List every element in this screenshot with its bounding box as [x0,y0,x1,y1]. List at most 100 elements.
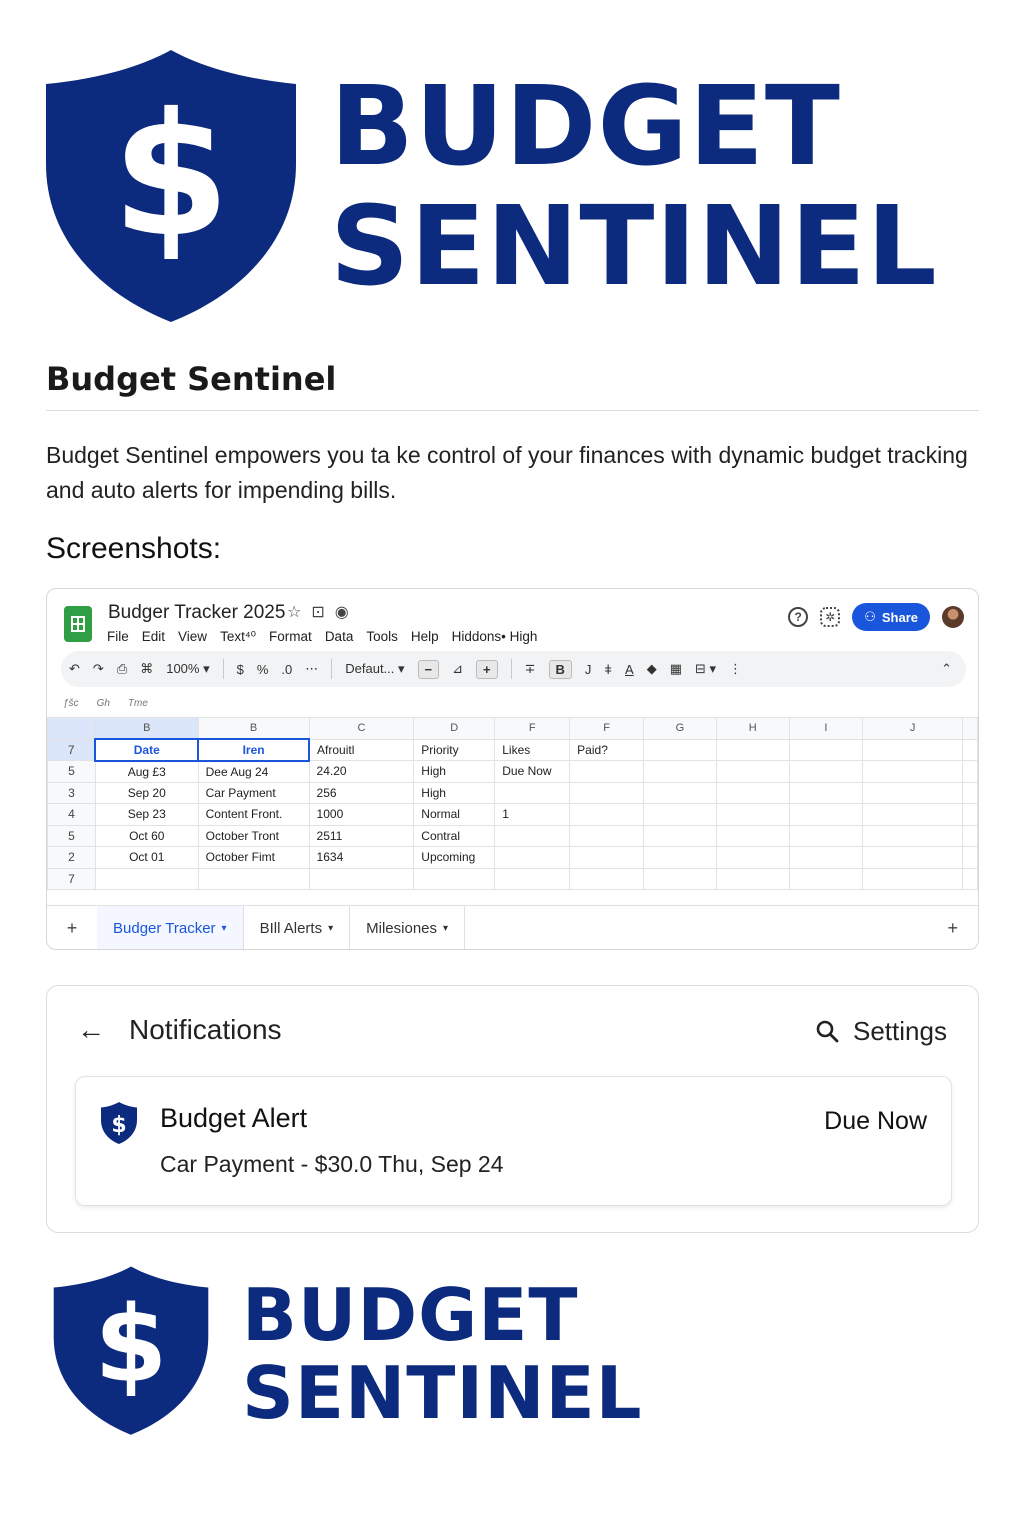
table-cell[interactable]: 1 [494,803,571,826]
borders-icon[interactable]: ▦ [670,661,682,677]
star-icon[interactable]: ☆ [287,604,311,621]
table-cell[interactable] [788,760,864,783]
column-letter[interactable]: F [569,717,645,740]
table-cell[interactable] [569,867,645,890]
header-cell[interactable] [862,738,963,761]
redo-icon[interactable]: ↷ [93,661,104,677]
italic-button[interactable]: J [585,662,592,677]
table-cell[interactable]: Oct 60 [94,824,199,847]
row-number[interactable]: 7 [47,867,96,890]
decimal-icon[interactable]: .0 [281,662,292,677]
table-cell[interactable]: High [413,760,496,783]
table-cell[interactable] [862,824,963,847]
header-cell[interactable]: Iren [197,738,311,762]
strikethrough-icon[interactable]: ǂ [604,662,612,677]
table-cell[interactable]: Upcoming [413,846,496,869]
menu-text[interactable]: Text⁴⁰ [220,629,256,645]
formula-bar[interactable]: ƒšc Gh Tme [63,698,148,709]
table-cell[interactable] [94,867,199,890]
table-cell[interactable] [862,846,963,869]
fill-color-icon[interactable]: ◆ [647,661,657,677]
table-cell[interactable]: 1000 [308,803,415,826]
column-letter[interactable]: G [643,717,717,740]
table-cell[interactable] [862,867,963,890]
table-cell[interactable]: Due Now [494,760,571,783]
table-cell[interactable] [569,846,645,869]
settings-link[interactable]: Settings [853,1016,947,1047]
extension-icon[interactable]: ✲ [820,607,841,627]
share-button[interactable]: ⚇ Share [852,603,930,631]
add-sheet-button[interactable]: + [47,918,97,939]
select-all-corner[interactable] [47,717,96,740]
table-cell[interactable]: 256 [308,781,415,804]
table-cell[interactable] [715,867,790,890]
column-letter[interactable]: C [308,717,415,740]
add-sheet-right-button[interactable]: + [947,918,958,939]
row-number[interactable]: 4 [47,803,96,826]
table-cell[interactable] [715,803,790,826]
table-cell[interactable] [643,867,717,890]
column-letter[interactable]: B [94,717,199,740]
table-cell[interactable] [569,803,645,826]
table-cell[interactable] [569,824,645,847]
column-letter[interactable]: J [862,717,963,740]
table-cell[interactable]: 2511 [308,824,415,847]
table-cell[interactable]: High [413,781,496,804]
table-cell[interactable] [569,760,645,783]
table-cell[interactable] [788,781,864,804]
table-cell[interactable]: Contral [413,824,496,847]
table-cell[interactable]: Oct 01 [94,846,199,869]
merge-icon[interactable]: ⊟ ▾ [695,661,716,677]
font-select[interactable]: Defaut... ▾ [345,661,404,677]
menu-hiddons[interactable]: Hiddons• High [452,629,538,645]
menu-edit[interactable]: Edit [142,629,165,645]
menu-file[interactable]: File [107,629,129,645]
table-cell[interactable] [494,824,571,847]
budget-alert-card[interactable]: $ Budget Alert Car Payment - $30.0 Thu, … [75,1076,952,1206]
header-cell[interactable]: Likes [494,738,571,761]
percent-icon[interactable]: % [257,662,269,677]
table-cell[interactable] [715,781,790,804]
paint-format-icon[interactable]: ⌘ [140,661,153,677]
font-size-plus[interactable]: + [476,659,498,679]
table-cell[interactable] [643,846,717,869]
table-cell[interactable] [715,760,790,783]
column-letter[interactable]: B [197,717,310,740]
search-icon[interactable] [815,1019,839,1043]
help-icon[interactable]: ? [788,607,809,627]
menu-tools[interactable]: Tools [366,629,398,645]
table-cell[interactable]: Normal [413,803,496,826]
menu-help[interactable]: Help [411,629,439,645]
document-title[interactable]: Budger Tracker 2025 [108,602,285,624]
table-cell[interactable]: 1634 [308,846,415,869]
row-number[interactable]: 2 [47,846,96,869]
eye-icon[interactable]: ◉ [335,604,359,621]
header-cell[interactable]: Afrouitl [308,738,415,761]
header-cell[interactable]: Date [94,738,200,762]
header-cell[interactable] [643,738,717,761]
table-cell[interactable]: October Fimt [197,846,310,869]
table-cell[interactable]: Sep 23 [94,803,199,826]
sheet-tab[interactable]: BIll Alerts ▾ [244,906,351,949]
table-cell[interactable] [715,824,790,847]
more-icon[interactable]: ⋮ [729,661,742,677]
row-number[interactable]: 7 [47,738,96,761]
undo-icon[interactable]: ↶ [69,661,80,677]
table-cell[interactable] [308,867,415,890]
table-cell[interactable] [788,846,864,869]
font-size-minus[interactable]: − [417,659,440,679]
table-cell[interactable]: Car Payment [197,781,310,804]
table-cell[interactable]: October Tront [197,824,310,847]
table-cell[interactable] [643,760,717,783]
row-number[interactable]: 3 [47,781,96,804]
table-cell[interactable] [494,846,571,869]
header-cell[interactable]: Priority [413,738,496,761]
currency-icon[interactable]: $ [237,662,244,677]
table-cell[interactable] [643,803,717,826]
header-cell[interactable] [715,738,790,761]
row-number[interactable]: 5 [47,824,96,847]
table-cell[interactable] [643,824,717,847]
sheets-app-icon[interactable] [64,606,92,642]
table-cell[interactable]: Dee Aug 24 [197,760,310,783]
table-cell[interactable]: 24.20 [308,760,415,783]
